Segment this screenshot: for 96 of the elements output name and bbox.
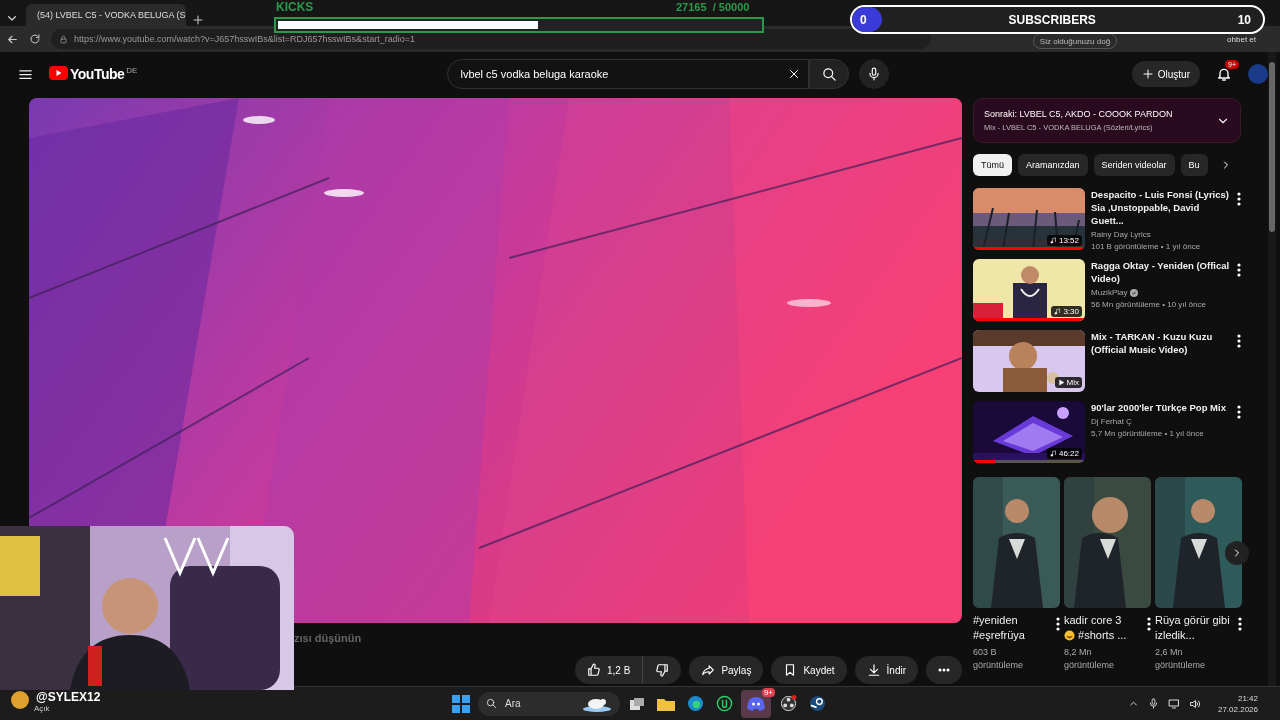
- microphone-icon: [867, 67, 882, 81]
- folder-icon[interactable]: [657, 696, 675, 711]
- search-field[interactable]: lvbel c5 vodka beluga karaoke: [447, 59, 810, 89]
- streamer-name: @SYLEX12: [36, 690, 101, 704]
- network-icon[interactable]: [1167, 697, 1180, 710]
- windows-icon[interactable]: [452, 694, 470, 713]
- video-meta: 101 B görüntüleme • 1 yıl önce: [1091, 242, 1201, 251]
- plus-icon: [1141, 68, 1154, 80]
- region-code: DE: [126, 66, 138, 75]
- channel-name[interactable]: Dj Ferhat Ç: [1091, 417, 1132, 426]
- next-button[interactable]: [1225, 541, 1249, 565]
- taskbar-search[interactable]: Ara: [478, 691, 620, 716]
- logo-text: YouTube: [70, 66, 125, 82]
- short-title[interactable]: kadir core 3 #shorts ...: [1064, 613, 1147, 642]
- more-icon[interactable]: [1056, 617, 1060, 631]
- microphone-icon[interactable]: [1147, 698, 1159, 709]
- play-icon: [1057, 379, 1065, 386]
- time: 21:42: [1237, 693, 1258, 703]
- channel-name[interactable]: Rainy Day Lyrics: [1091, 230, 1151, 239]
- music-note-icon: [1054, 308, 1062, 315]
- voice-search-button[interactable]: [859, 59, 890, 89]
- scrollbar[interactable]: [1268, 52, 1276, 686]
- tab-title: (54) LVBEL C5 - VODKA BELUGA (S: [37, 10, 186, 20]
- reload-icon[interactable]: [29, 33, 41, 45]
- duration: 46:22: [1058, 449, 1079, 458]
- more-icon[interactable]: [1237, 192, 1241, 206]
- description-text: zısı düşünün: [294, 632, 362, 644]
- filter-chip[interactable]: Bu: [1180, 154, 1208, 176]
- search-button[interactable]: [809, 59, 850, 89]
- download-button[interactable]: İndir: [854, 656, 918, 684]
- goal-count: 27165 / 50000: [676, 1, 750, 13]
- more-icon[interactable]: [1237, 405, 1241, 419]
- download-icon: [866, 663, 881, 677]
- short-title[interactable]: Rüya görür gibi izledik...: [1155, 613, 1238, 642]
- youtube-icon: [49, 66, 68, 80]
- search-text: Ara: [505, 698, 522, 709]
- video-thumbnail[interactable]: 46:22: [973, 401, 1085, 463]
- filter-chip[interactable]: Seriden videolar: [1093, 154, 1175, 176]
- channel-name[interactable]: MuzikPlay: [1091, 288, 1128, 297]
- video-title[interactable]: Ragga Oktay - Yeniden (Offical Video): [1091, 259, 1231, 285]
- music-note-icon: [1049, 450, 1057, 457]
- video-meta: 56 Mn görüntüleme • 10 yıl önce: [1091, 300, 1206, 309]
- more-button[interactable]: [926, 656, 962, 684]
- emoji-icon: [1064, 630, 1075, 642]
- chat-button[interactable]: ohbet et: [1227, 34, 1256, 44]
- music-note-icon: [1049, 237, 1057, 244]
- duration: 13:52: [1058, 236, 1079, 245]
- search-icon: [821, 66, 837, 82]
- share-icon: [701, 663, 716, 677]
- search-icon: [486, 698, 497, 709]
- more-icon[interactable]: [1238, 617, 1242, 631]
- share-button[interactable]: Paylaş: [689, 656, 764, 684]
- video-title[interactable]: Despacito - Luis Fonsi (Lyrics) Sia ,Unstoppable, David Guett...: [1091, 188, 1231, 227]
- video-thumbnail[interactable]: 13:52: [973, 188, 1085, 250]
- short-views: 603 B görüntüleme: [973, 646, 1025, 671]
- url-text: https://www.youtube.com/watch?v=J657hsswIBs&list=RDJ657hsswIBs&start_radio=1: [74, 34, 415, 44]
- notification-badge: 9+: [761, 687, 775, 697]
- filter-chip[interactable]: Tümü: [973, 154, 1012, 176]
- short-views: 8,2 Mn görüntüleme: [1064, 646, 1116, 671]
- thumbs-up-icon: [587, 663, 602, 677]
- create-button[interactable]: Oluştur: [1131, 61, 1200, 87]
- next-up-title: Sonraki: LVBEL C5, AKDO - COOOK PARDON: [984, 109, 1174, 119]
- circle-u-icon[interactable]: [715, 695, 733, 712]
- video-title[interactable]: 90'lar 2000'ler Türkçe Pop Mix: [1091, 401, 1231, 414]
- bell-icon[interactable]: [1216, 66, 1232, 82]
- task-view-icon[interactable]: [630, 697, 644, 710]
- discord-icon[interactable]: [747, 696, 765, 711]
- more-icon[interactable]: [1147, 617, 1151, 631]
- streamer-status: Açık: [34, 704, 51, 713]
- video-meta: 5,7 Mn görüntüleme • 1 yıl önce: [1091, 429, 1204, 438]
- more-icon[interactable]: [1237, 263, 1241, 277]
- speaker-icon[interactable]: [1188, 697, 1201, 710]
- new-tab-icon[interactable]: [192, 14, 204, 26]
- clear-icon[interactable]: [788, 68, 801, 80]
- avatar-icon: [10, 690, 30, 710]
- filter-chip[interactable]: Aramanızdan: [1018, 154, 1088, 176]
- video-thumbnail[interactable]: Mix: [973, 330, 1085, 392]
- clock[interactable]: 21:42 27.02.2026: [1217, 693, 1258, 714]
- goal-label: SUBSCRIBERS: [1008, 12, 1096, 27]
- date: 27.02.2026: [1217, 704, 1258, 714]
- browser-icon[interactable]: [686, 695, 704, 712]
- more-icon: [938, 668, 950, 672]
- goal-current: 0: [860, 12, 867, 27]
- short-views: 2,6 Mn görüntüleme: [1155, 646, 1207, 671]
- video-thumbnail[interactable]: 3:30: [973, 259, 1085, 321]
- short-title[interactable]: #yeniden #eşrefrüya: [973, 613, 1056, 642]
- browser-tab[interactable]: (54) LVBEL C5 - VODKA BELUGA (S: [26, 4, 186, 26]
- more-icon[interactable]: [1237, 334, 1241, 348]
- lock-icon: [59, 34, 68, 44]
- save-button[interactable]: Kaydet: [771, 656, 847, 684]
- goal-target: 10: [1237, 12, 1251, 27]
- goal-label: KICKS: [276, 0, 314, 14]
- video-title[interactable]: Mix - TARKAN - Kuzu Kuzu (Official Music Video): [1091, 330, 1231, 356]
- badge-text: Mix: [1066, 378, 1079, 387]
- duration: 3:30: [1063, 307, 1079, 316]
- thumbs-down-icon: [655, 663, 670, 677]
